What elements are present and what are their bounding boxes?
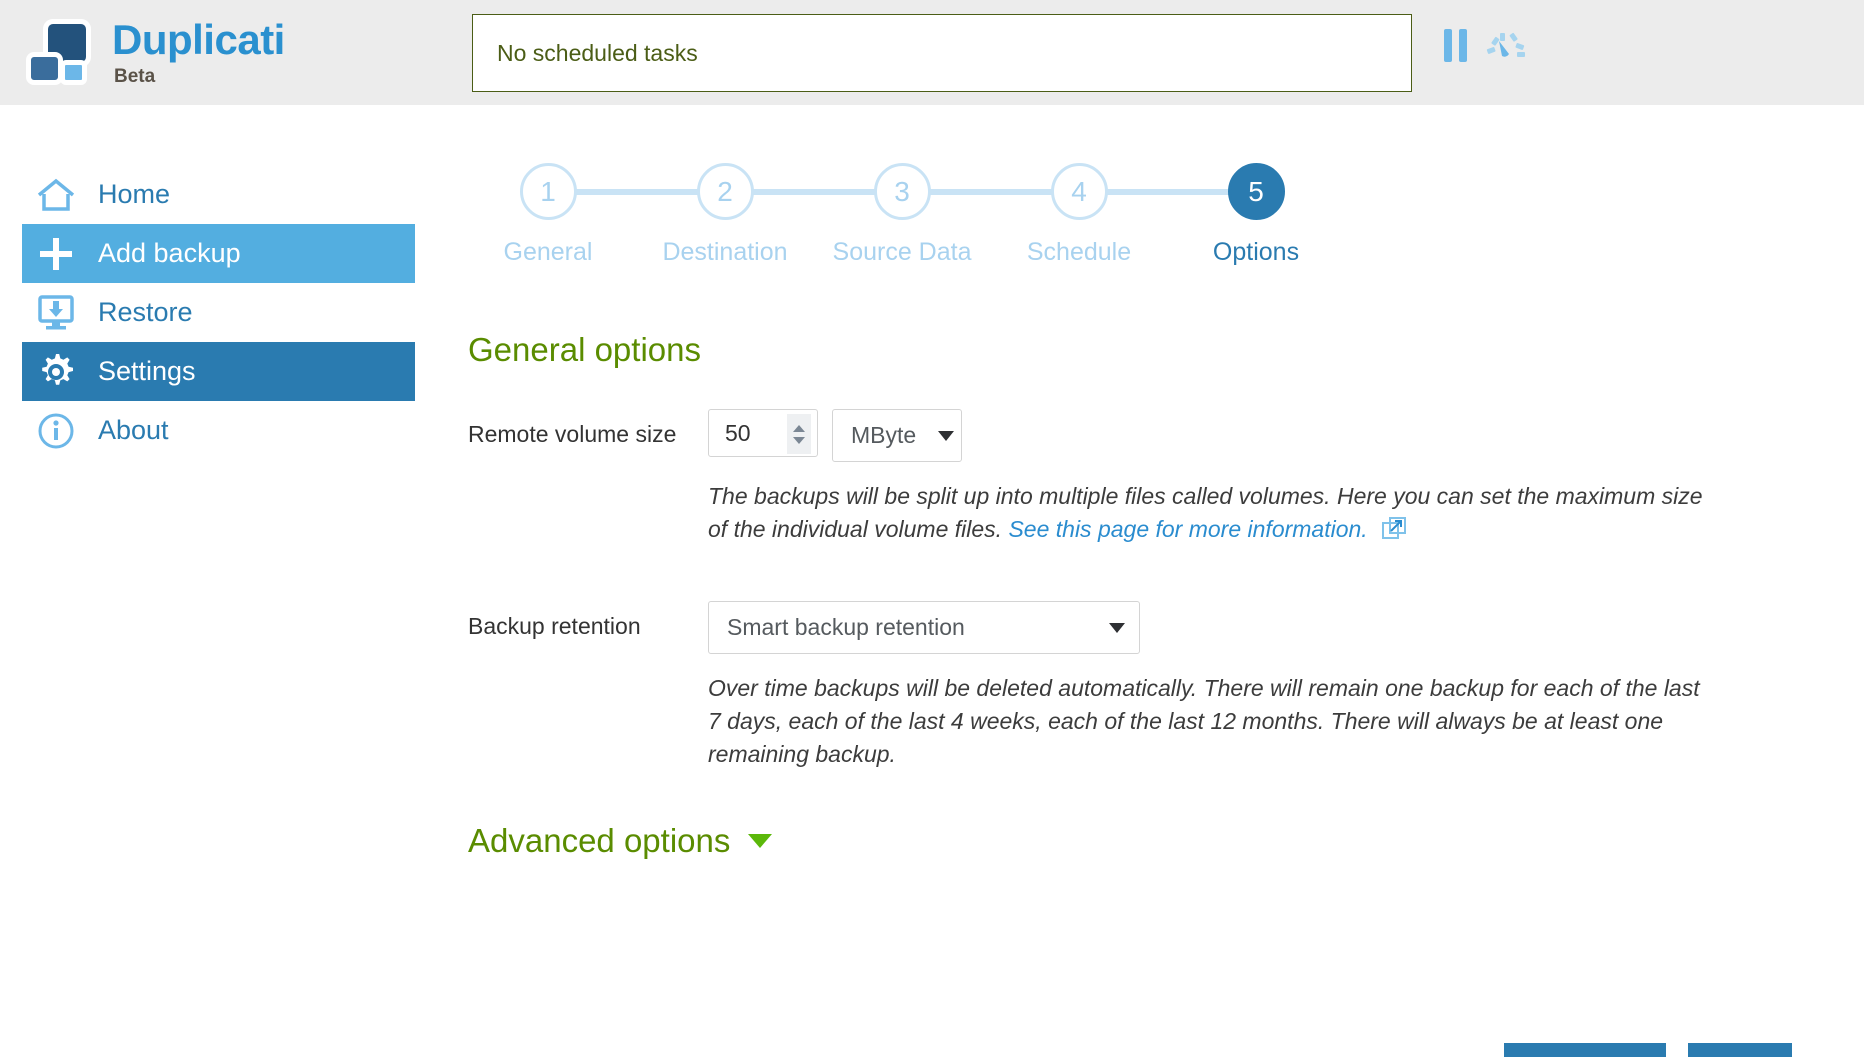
step-label: Destination	[662, 238, 788, 266]
sidebar-item-label: Home	[98, 179, 171, 209]
page-title: General options	[468, 331, 701, 368]
app-title: Duplicati	[112, 16, 285, 63]
wizard-step-general[interactable]: 1 General	[468, 163, 628, 267]
info-icon	[30, 412, 82, 450]
backup-retention-row: Backup retention Smart backup retention …	[468, 601, 1864, 770]
step-label: Schedule	[1026, 238, 1132, 266]
sidebar-item-label: About	[98, 415, 169, 445]
wizard-step-destination[interactable]: 2 Destination	[645, 163, 805, 267]
chevron-down-icon	[748, 834, 773, 849]
remote-volume-size-value: 50	[725, 419, 751, 446]
step-label: General	[503, 238, 593, 266]
save-button[interactable]: Save	[1687, 1043, 1792, 1057]
step-number: 2	[696, 163, 754, 220]
gauge-icon[interactable]	[1485, 28, 1527, 62]
quantity-stepper[interactable]	[787, 414, 811, 454]
pause-icon[interactable]	[1444, 28, 1467, 62]
home-icon	[30, 177, 82, 213]
wizard-footer: < Previous Save	[1504, 1043, 1792, 1057]
body: Home Add backup Restore Settings About 1…	[0, 105, 1864, 1057]
wizard-step-schedule[interactable]: 4 Schedule	[999, 163, 1159, 267]
app-version-label: Beta	[114, 66, 156, 87]
main-content: 1 General 2 Destination 3 Source Data 4 …	[460, 105, 1864, 1057]
backup-retention-label: Backup retention	[468, 613, 641, 640]
restore-icon	[30, 294, 82, 332]
previous-button[interactable]: < Previous	[1504, 1043, 1666, 1057]
step-number: 5	[1227, 163, 1285, 220]
sidebar-item-about[interactable]: About	[22, 401, 415, 460]
plus-icon	[30, 234, 82, 274]
step-label: Options	[1212, 238, 1300, 266]
gear-icon	[30, 352, 82, 392]
remote-volume-size-row: Remote volume size 50 MByte The backups …	[468, 409, 1864, 549]
scheduled-tasks-panel[interactable]: No scheduled tasks	[472, 14, 1412, 92]
backup-retention-help: Over time backups will be deleted automa…	[708, 675, 1700, 767]
wizard-step-options[interactable]: 5 Options	[1176, 163, 1336, 267]
scheduled-tasks-status: No scheduled tasks	[497, 39, 698, 66]
external-link-icon[interactable]	[1382, 516, 1407, 550]
remote-volume-unit-select[interactable]: MByte	[832, 409, 962, 462]
advanced-options-label: Advanced options	[468, 822, 731, 860]
sidebar-item-settings[interactable]: Settings	[22, 342, 415, 401]
options-form: General options Remote volume size 50 MB…	[468, 331, 1864, 860]
sidebar-item-label: Add backup	[98, 238, 241, 268]
chevron-down-icon	[1109, 622, 1125, 633]
sidebar: Home Add backup Restore Settings About	[0, 105, 460, 1057]
remote-volume-size-label: Remote volume size	[468, 421, 677, 447]
step-label: Source Data	[832, 238, 972, 266]
remote-volume-size-input[interactable]: 50	[708, 409, 818, 457]
backup-retention-select[interactable]: Smart backup retention	[708, 601, 1140, 655]
header-actions	[1444, 28, 1527, 62]
sidebar-item-home[interactable]: Home	[22, 165, 415, 224]
app-header: Duplicati Beta No scheduled tasks	[0, 0, 1864, 105]
sidebar-item-restore[interactable]: Restore	[22, 283, 415, 342]
sidebar-item-label: Settings	[98, 356, 196, 386]
step-number: 1	[519, 163, 577, 220]
brand: Duplicati Beta	[22, 14, 285, 92]
advanced-options-toggle[interactable]: Advanced options	[468, 822, 798, 860]
remote-volume-unit-value: MByte	[851, 422, 917, 448]
remote-volume-size-help: The backups will be split up into multip…	[708, 480, 1716, 549]
step-number: 3	[873, 163, 931, 220]
duplicati-logo-icon	[22, 14, 100, 92]
sidebar-item-add-backup[interactable]: Add backup	[22, 224, 415, 283]
wizard-stepper: 1 General 2 Destination 3 Source Data 4 …	[468, 163, 1388, 293]
more-information-link[interactable]: See this page for more information.	[1008, 516, 1367, 542]
step-number: 4	[1050, 163, 1108, 220]
chevron-down-icon	[938, 430, 955, 441]
sidebar-item-label: Restore	[98, 297, 193, 327]
wizard-step-source-data[interactable]: 3 Source Data	[822, 163, 982, 267]
backup-retention-value: Smart backup retention	[727, 614, 965, 641]
